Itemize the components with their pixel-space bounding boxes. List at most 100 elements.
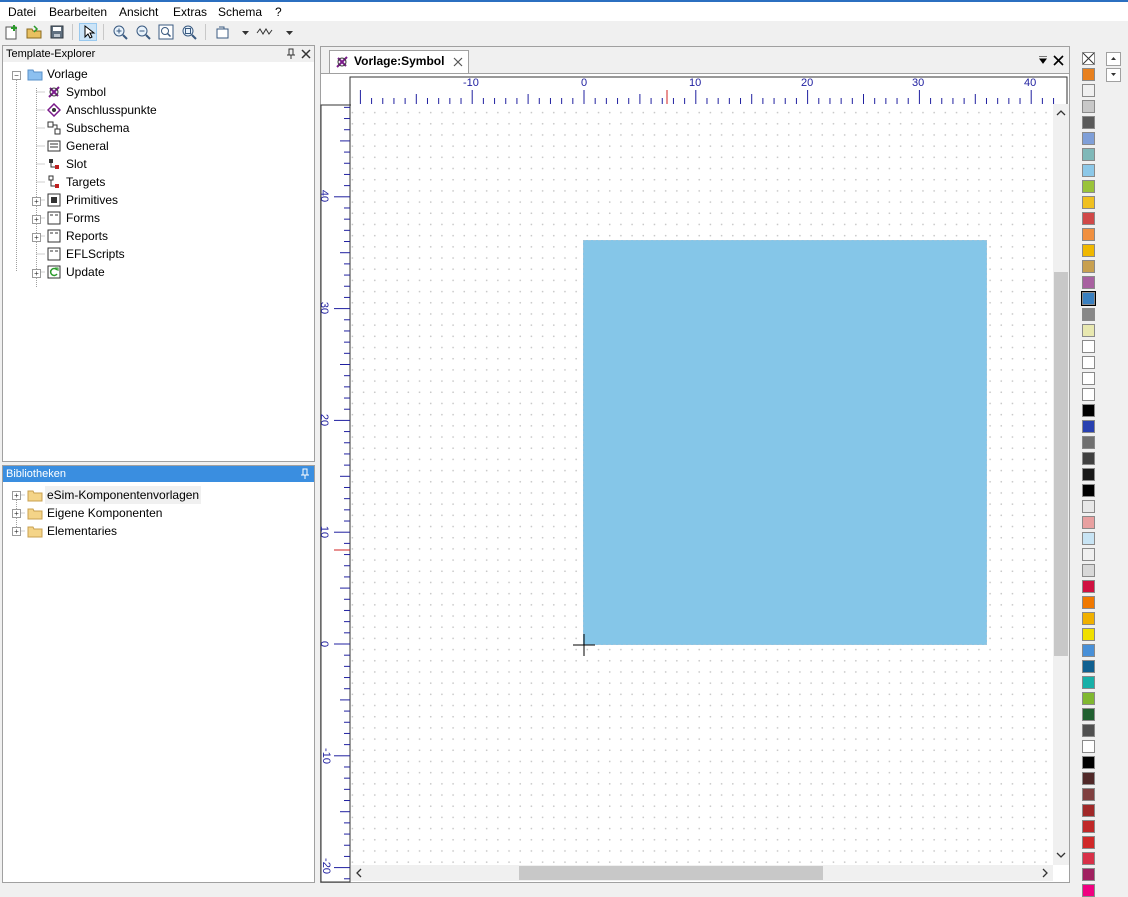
tree-item-subschema[interactable]: Subschema <box>66 119 129 137</box>
color-swatch[interactable] <box>1082 132 1095 145</box>
pointer-icon[interactable] <box>79 23 97 41</box>
no-color-swatch[interactable] <box>1082 52 1095 65</box>
color-swatch[interactable] <box>1082 340 1095 353</box>
color-swatch[interactable] <box>1082 84 1095 97</box>
scroll-up-icon[interactable] <box>1056 109 1066 117</box>
color-swatch[interactable] <box>1082 68 1095 81</box>
vertical-scrollbar[interactable] <box>1053 104 1069 865</box>
horizontal-scrollbar[interactable] <box>351 865 1053 881</box>
color-swatch[interactable] <box>1082 724 1095 737</box>
dropdown-arrow-icon[interactable] <box>281 23 299 41</box>
color-swatch[interactable] <box>1082 468 1095 481</box>
color-swatch[interactable] <box>1082 244 1095 257</box>
menu-help[interactable]: ? <box>275 5 282 19</box>
color-swatch[interactable] <box>1082 212 1095 225</box>
color-swatch[interactable] <box>1082 420 1095 433</box>
palette-scroll-up[interactable] <box>1106 52 1121 66</box>
color-swatch[interactable] <box>1082 276 1095 289</box>
tree-item-update[interactable]: Update <box>66 263 105 281</box>
pin-icon[interactable] <box>286 48 296 60</box>
scroll-down-icon[interactable] <box>1056 851 1066 859</box>
scroll-right-icon[interactable] <box>1041 868 1049 878</box>
menu-ansicht[interactable]: Ansicht <box>119 5 158 19</box>
library-item-elementaries[interactable]: Elementaries <box>47 522 117 540</box>
color-swatch[interactable] <box>1082 868 1095 881</box>
tree-item-targets[interactable]: Targets <box>66 173 105 191</box>
color-swatch[interactable] <box>1082 788 1095 801</box>
color-swatch[interactable] <box>1082 100 1095 113</box>
color-swatch[interactable] <box>1082 500 1095 513</box>
color-swatch[interactable] <box>1082 116 1095 129</box>
close-tab-icon[interactable] <box>453 57 463 67</box>
symbol-insert-icon[interactable] <box>214 23 232 41</box>
zoom-in-icon[interactable] <box>111 23 129 41</box>
collapse-toggle[interactable]: − <box>12 71 21 80</box>
tree-item-eflscripts[interactable]: EFLScripts <box>66 245 125 263</box>
expand-toggle[interactable]: + <box>32 197 41 206</box>
color-swatch[interactable] <box>1082 708 1095 721</box>
color-swatch[interactable] <box>1082 596 1095 609</box>
menu-schema[interactable]: Schema <box>218 5 262 19</box>
color-swatch[interactable] <box>1082 884 1095 897</box>
color-swatch[interactable] <box>1082 804 1095 817</box>
color-swatch[interactable] <box>1082 628 1095 641</box>
color-swatch[interactable] <box>1082 692 1095 705</box>
color-swatch[interactable] <box>1082 852 1095 865</box>
save-icon[interactable] <box>48 23 66 41</box>
menu-extras[interactable]: Extras <box>173 5 207 19</box>
close-icon[interactable] <box>301 49 311 59</box>
color-swatch[interactable] <box>1082 660 1095 673</box>
expand-toggle[interactable]: + <box>32 269 41 278</box>
color-swatch[interactable] <box>1082 580 1095 593</box>
expand-toggle[interactable]: + <box>12 491 21 500</box>
color-swatch[interactable] <box>1082 516 1095 529</box>
color-swatch[interactable] <box>1082 196 1095 209</box>
tree-item-vorlage[interactable]: Vorlage <box>47 65 88 83</box>
pin-icon[interactable] <box>300 468 310 480</box>
expand-toggle[interactable]: + <box>12 527 21 536</box>
library-item-eigene[interactable]: Eigene Komponenten <box>47 504 162 522</box>
menu-bearbeiten[interactable]: Bearbeiten <box>49 5 107 19</box>
color-swatch[interactable] <box>1082 772 1095 785</box>
tab-menu-icon[interactable] <box>1039 56 1049 64</box>
zoom-area-icon[interactable] <box>180 23 198 41</box>
color-swatch[interactable] <box>1082 612 1095 625</box>
color-swatch[interactable] <box>1082 260 1095 273</box>
color-swatch[interactable] <box>1082 756 1095 769</box>
palette-scroll-down[interactable] <box>1106 68 1121 82</box>
color-swatch[interactable] <box>1082 820 1095 833</box>
color-swatch[interactable] <box>1082 324 1095 337</box>
horizontal-scroll-thumb[interactable] <box>519 866 823 880</box>
tree-item-symbol[interactable]: Symbol <box>66 83 106 101</box>
color-swatch[interactable] <box>1082 564 1095 577</box>
color-swatch[interactable] <box>1082 180 1095 193</box>
close-document-icon[interactable] <box>1053 55 1064 66</box>
color-swatch[interactable] <box>1082 740 1095 753</box>
color-swatch[interactable] <box>1082 148 1095 161</box>
expand-toggle[interactable]: + <box>32 215 41 224</box>
tree-item-slot[interactable]: Slot <box>66 155 87 173</box>
tree-item-primitives[interactable]: Primitives <box>66 191 118 209</box>
color-swatch[interactable] <box>1082 356 1095 369</box>
color-swatch[interactable] <box>1082 308 1095 321</box>
expand-toggle[interactable]: + <box>12 509 21 518</box>
menu-datei[interactable]: Datei <box>8 5 36 19</box>
color-swatch[interactable] <box>1082 548 1095 561</box>
library-item-esim[interactable]: eSim-Komponentenvorlagen <box>45 486 202 504</box>
scroll-left-icon[interactable] <box>355 868 363 878</box>
color-swatch[interactable] <box>1082 836 1095 849</box>
tab-vorlage-symbol[interactable]: Vorlage:Symbol <box>329 50 469 73</box>
dropdown-arrow-icon[interactable] <box>237 23 255 41</box>
color-swatch[interactable] <box>1082 484 1095 497</box>
color-swatch[interactable] <box>1082 228 1095 241</box>
color-swatch[interactable] <box>1082 388 1095 401</box>
vertical-scroll-thumb[interactable] <box>1054 272 1068 656</box>
wave-icon[interactable] <box>256 23 274 41</box>
color-swatch[interactable] <box>1082 452 1095 465</box>
new-icon[interactable] <box>3 23 21 41</box>
color-swatch[interactable] <box>1082 436 1095 449</box>
open-icon[interactable] <box>25 23 43 41</box>
expand-toggle[interactable]: + <box>32 233 41 242</box>
color-swatch[interactable] <box>1082 404 1095 417</box>
color-swatch[interactable] <box>1082 532 1095 545</box>
